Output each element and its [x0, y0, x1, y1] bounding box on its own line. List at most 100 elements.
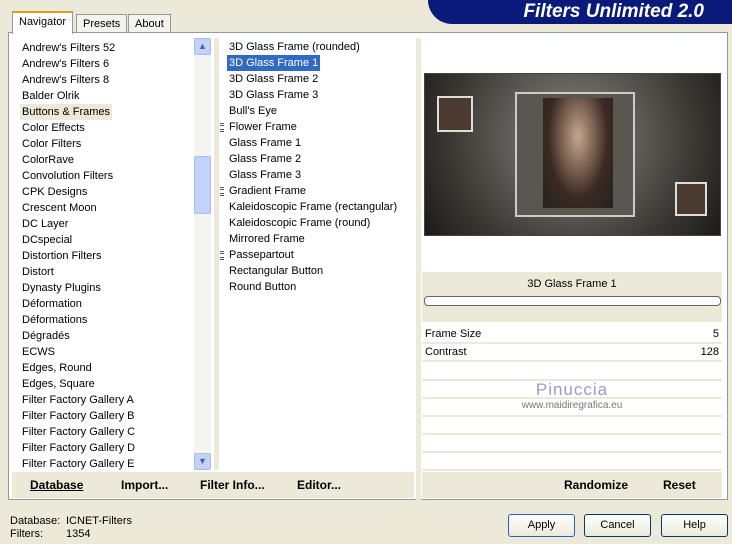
watermark: Pinuccia www.maidiregrafica.eu: [521, 380, 623, 411]
filter-item[interactable]: 3D Glass Frame 2: [227, 71, 320, 87]
category-item[interactable]: Dégradés: [20, 328, 72, 344]
category-item[interactable]: Buttons & Frames: [20, 104, 113, 120]
reset-button[interactable]: Reset: [663, 478, 696, 492]
filter-label: Kaleidoscopic Frame (rectangular): [229, 201, 398, 213]
preview-image: [424, 73, 721, 236]
filter-label: Passepartout: [229, 249, 294, 261]
category-list[interactable]: Andrew's Filters 52 Andrew's Filters 6 And…: [12, 38, 212, 470]
filter-item[interactable]: Glass Frame 3: [227, 167, 303, 183]
filter-item[interactable]: Flower Frame: [220, 119, 299, 135]
database-button[interactable]: Database: [30, 478, 83, 492]
filter-label: 3D Glass Frame 2: [229, 73, 319, 85]
category-item[interactable]: Color Filters: [20, 136, 83, 152]
scroll-thumb[interactable]: [194, 156, 211, 214]
filter-label: Glass Frame 3: [229, 169, 302, 181]
category-item[interactable]: Filter Factory Gallery C: [20, 424, 137, 440]
cancel-button[interactable]: Cancel: [584, 514, 651, 537]
category-item[interactable]: Andrew's Filters 6: [20, 56, 111, 72]
category-item[interactable]: Dynasty Plugins: [20, 280, 103, 296]
group-marker-icon: [220, 251, 224, 260]
filter-label: Flower Frame: [229, 121, 297, 133]
category-item[interactable]: CPK Designs: [20, 184, 89, 200]
filter-label: Rectangular Button: [229, 265, 324, 277]
param-contrast[interactable]: Contrast 128: [422, 345, 722, 362]
progress-bar: [424, 296, 721, 306]
filter-item[interactable]: Glass Frame 2: [227, 151, 303, 167]
category-item[interactable]: DCspecial: [20, 232, 74, 248]
category-item[interactable]: ECWS: [20, 344, 57, 360]
param-value: 128: [700, 346, 719, 358]
param-label: Frame Size: [425, 328, 482, 340]
app-banner: Filters Unlimited 2.0: [428, 0, 732, 24]
category-item[interactable]: Filter Factory Gallery E: [20, 456, 136, 470]
scroll-down-icon[interactable]: ▼: [194, 453, 211, 470]
right-button-bar: Randomize Reset: [422, 472, 722, 498]
filter-item[interactable]: Glass Frame 1: [227, 135, 303, 151]
import-button[interactable]: Import...: [121, 478, 168, 492]
category-item[interactable]: Edges, Square: [20, 376, 97, 392]
group-marker-icon: [220, 123, 224, 132]
category-item[interactable]: Color Effects: [20, 120, 87, 136]
filter-label: Kaleidoscopic Frame (round): [229, 217, 371, 229]
filter-item[interactable]: Rectangular Button: [227, 263, 325, 279]
empty-param-row: [422, 364, 722, 381]
category-item[interactable]: Distort: [20, 264, 56, 280]
filter-item[interactable]: Mirrored Frame: [227, 231, 307, 247]
filter-item[interactable]: 3D Glass Frame 1: [227, 55, 321, 71]
randomize-button[interactable]: Randomize: [564, 478, 628, 492]
param-value: 5: [712, 328, 719, 340]
group-marker-icon: [220, 187, 224, 196]
category-item[interactable]: Déformation: [20, 296, 84, 312]
editor-button[interactable]: Editor...: [297, 478, 341, 492]
help-button[interactable]: Help: [661, 514, 728, 537]
category-item[interactable]: Andrew's Filters 52: [20, 40, 117, 56]
filter-item[interactable]: Kaleidoscopic Frame (rectangular): [227, 199, 399, 215]
filter-label: 3D Glass Frame 3: [229, 89, 319, 101]
filters-count: Filters: 1354: [10, 528, 91, 540]
category-item[interactable]: Filter Factory Gallery A: [20, 392, 136, 408]
category-item[interactable]: Filter Factory Gallery B: [20, 408, 136, 424]
empty-param-row: [422, 454, 722, 471]
category-item[interactable]: Distortion Filters: [20, 248, 103, 264]
empty-param-row: [422, 436, 722, 453]
param-label: Contrast: [425, 346, 467, 358]
empty-param-row: [422, 418, 722, 435]
category-item[interactable]: Edges, Round: [20, 360, 94, 376]
filter-label: Mirrored Frame: [229, 233, 305, 245]
scroll-up-icon[interactable]: ▲: [194, 38, 211, 55]
filter-item[interactable]: Kaleidoscopic Frame (round): [227, 215, 372, 231]
filter-item[interactable]: Passepartout: [220, 247, 296, 263]
left-button-bar: Database Import... Filter Info... Editor…: [12, 472, 414, 498]
filter-label: Round Button: [229, 281, 297, 293]
category-item[interactable]: ColorRave: [20, 152, 76, 168]
tab-navigator[interactable]: Navigator: [12, 11, 74, 34]
param-frame-size[interactable]: Frame Size 5: [422, 327, 722, 344]
category-item[interactable]: Andrew's Filters 8: [20, 72, 111, 88]
filter-label: 3D Glass Frame (rounded): [229, 41, 360, 53]
category-scrollbar[interactable]: ▲ ▼: [194, 38, 211, 470]
database-info: Database: ICNET-Filters: [10, 515, 132, 527]
filter-item[interactable]: 3D Glass Frame 3: [227, 87, 320, 103]
filter-list[interactable]: 3D Glass Frame (rounded) 3D Glass Frame 1…: [220, 38, 416, 470]
filter-label: Glass Frame 2: [229, 153, 302, 165]
filter-label: Glass Frame 1: [229, 137, 302, 149]
filter-label: Gradient Frame: [229, 185, 307, 197]
filter-item[interactable]: Round Button: [227, 279, 298, 295]
category-item[interactable]: Balder Olrik: [20, 88, 81, 104]
category-item[interactable]: Crescent Moon: [20, 200, 99, 216]
filter-item[interactable]: 3D Glass Frame (rounded): [227, 39, 362, 55]
filter-label: 3D Glass Frame 1: [229, 57, 319, 69]
category-item[interactable]: Filter Factory Gallery D: [20, 440, 137, 456]
tab-about[interactable]: About: [128, 14, 171, 33]
tab-presets[interactable]: Presets: [76, 14, 128, 33]
divider: [416, 38, 421, 500]
category-item[interactable]: Convolution Filters: [20, 168, 115, 184]
filter-item[interactable]: Gradient Frame: [220, 183, 308, 199]
category-item[interactable]: Déformations: [20, 312, 89, 328]
filter-label: Bull's Eye: [229, 105, 277, 117]
category-item[interactable]: DC Layer: [20, 216, 70, 232]
filter-info-button[interactable]: Filter Info...: [200, 478, 265, 492]
divider: [214, 38, 219, 470]
apply-button[interactable]: Apply: [508, 514, 575, 537]
filter-item[interactable]: Bull's Eye: [227, 103, 279, 119]
